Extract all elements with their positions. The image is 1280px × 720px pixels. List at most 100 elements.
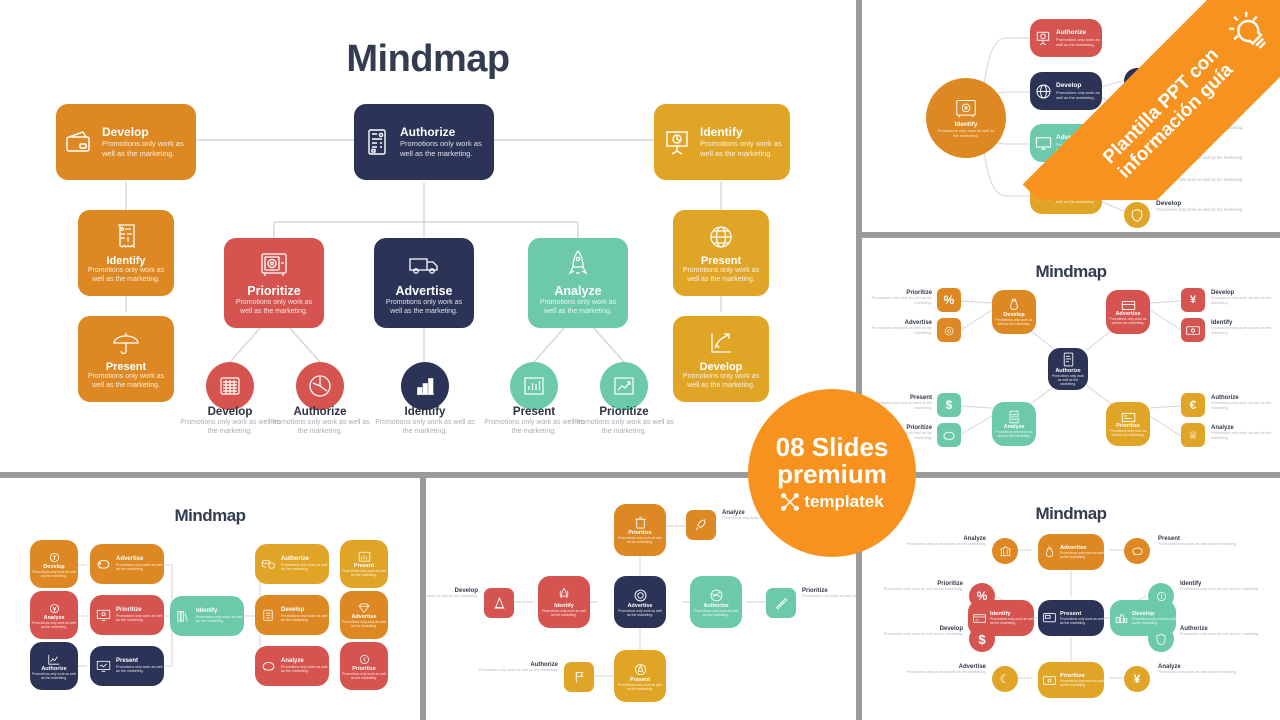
satellite-authorize[interactable] [1148, 626, 1174, 652]
calculator-icon [220, 377, 240, 395]
node-card-advertise-center[interactable]: Advertise Promotions only work as well a… [614, 576, 666, 628]
quadrant-card-develop[interactable]: Develop Promotions only work as well as … [992, 290, 1036, 334]
node-desc: Promotions only work as well as the mark… [116, 562, 163, 572]
inner-card-analyze[interactable]: Analyze Promotions only work as well as … [255, 646, 329, 686]
leaf-desc: Promotions only work as well as the mark… [574, 419, 674, 436]
leaf-caption-authorize: Authorize Promotions only work as well a… [268, 406, 372, 436]
node-card-advertise[interactable]: Advertise Promotions only work as well a… [374, 238, 474, 328]
leaf-icon-banknote[interactable] [1181, 318, 1205, 342]
caption-desc: Promotions only work as well as the mark… [906, 542, 986, 546]
satellite-develop[interactable]: $ [969, 626, 995, 652]
node-desc: Promotions only work as well as the mark… [694, 608, 738, 617]
satellite-prioritize[interactable] [766, 588, 796, 618]
satellite-analyze[interactable] [686, 510, 716, 540]
node-card-authorize-top[interactable]: Authorize Promotions only work as well a… [354, 104, 494, 180]
node-desc: Promotions only work as well as the mark… [342, 671, 386, 680]
rocket-icon [568, 249, 588, 281]
node-title: Prioritize [247, 284, 301, 299]
node-card-advertise-top[interactable]: Advertise Promotions only work as well a… [1038, 534, 1104, 570]
caption-desc: Promotions only work as well as the mark… [1158, 670, 1238, 674]
node-card-identify-left[interactable]: Identify Promotions only work as well as… [78, 210, 174, 296]
leaf-icon-euro[interactable]: € [1181, 393, 1205, 417]
outer-card-present[interactable]: Present Promotions only work as well as … [340, 540, 388, 588]
satellite-present[interactable] [1124, 538, 1150, 564]
slide-preview-bottom-left[interactable]: Mindmap Develop Promotions only work as … [0, 478, 420, 720]
node-title: Present [116, 658, 139, 665]
satellite-caption-prioritize: Prioritize Promotions only work as well … [802, 588, 856, 599]
bar-chart-icon [417, 378, 434, 395]
node-card-prioritize[interactable]: Prioritize Promotions only work as well … [224, 238, 324, 328]
node-card-prioritize-top[interactable]: Prioritize Promotions only work as well … [614, 504, 666, 556]
node-card-present-bottom[interactable]: Present Promotions only work as well as … [614, 650, 666, 702]
satellite-analyze[interactable] [992, 538, 1018, 564]
leaf-circle-present[interactable] [510, 362, 558, 410]
credit-card-icon [968, 613, 990, 623]
quadrant-card-advertise[interactable]: Advertise Promotions only work as well a… [1106, 290, 1150, 334]
inner-card-prioritize[interactable]: Prioritize Promotions only work as well … [90, 595, 164, 635]
leaf-circle-authorize[interactable] [296, 362, 344, 410]
node-card-present-center[interactable]: Present Promotions only work as well as … [1038, 600, 1104, 636]
lifebuoy-icon [634, 589, 646, 601]
inner-card-authorize[interactable]: Authorize Promotions only work as well a… [255, 544, 329, 584]
leaf-icon-percent[interactable]: % [937, 288, 961, 312]
inner-card-advertise[interactable]: Advertise Promotions only work as well a… [90, 544, 164, 584]
coin-circle-icon [1156, 591, 1166, 601]
node-title: Advertise [395, 284, 453, 299]
corner-ribbon: Plantilla PPT con información guía [1010, 0, 1280, 200]
node-card-prioritize-bottom[interactable]: Prioritize Promotions only work as well … [1038, 662, 1104, 698]
leaf-circle-develop[interactable] [1124, 202, 1150, 228]
node-card-analyze[interactable]: Analyze Promotions only work as well as … [528, 238, 628, 328]
quadrant-card-analyze[interactable]: Analyze Promotions only work as well as … [992, 402, 1036, 446]
satellite-analyze-2[interactable]: ¥ [1124, 666, 1150, 692]
leaf-icon-coin[interactable]: ◎ [937, 318, 961, 342]
satellite-caption-authorize: Authorize Promotions only work as well a… [474, 662, 558, 673]
node-card-develop-top[interactable]: Develop Promotions only work as well as … [56, 104, 196, 180]
satellite-prioritize[interactable]: % [969, 583, 995, 609]
leaf-circle-prioritize[interactable] [600, 362, 648, 410]
slide-preview-bottom-right[interactable]: Mindmap Advertise Promotions only work a… [862, 478, 1280, 720]
satellite-advertise[interactable]: ☾ [992, 666, 1018, 692]
banknote-icon [1186, 325, 1200, 335]
caption-desc: Promotions only work as well as the mark… [426, 594, 478, 598]
rocket-circle-icon [634, 663, 646, 675]
outer-card-authorize[interactable]: Authorize Promotions only work as well a… [30, 642, 78, 690]
side-caption-identify: Identify Promotions only work as well as… [1211, 320, 1280, 336]
node-card-identify-top[interactable]: Identify Promotions only work as well as… [654, 104, 790, 180]
leaf-icon-dollar[interactable]: $ [937, 393, 961, 417]
leaf-caption-prioritize: Prioritize Promotions only work as well … [572, 406, 676, 436]
trash-icon [634, 516, 646, 529]
invoice-icon [354, 128, 400, 156]
leaf-icon-piggy[interactable] [937, 423, 961, 447]
inner-card-develop[interactable]: Develop Promotions only work as well as … [255, 595, 329, 635]
node-card-present-left[interactable]: Present Promotions only work as well as … [78, 316, 174, 402]
hub-circle-identify[interactable]: Identify Promotions only work as well as… [926, 78, 1006, 158]
inner-card-present[interactable]: Present Promotions only work as well as … [90, 646, 164, 686]
satellite-identify[interactable] [1148, 583, 1174, 609]
outer-card-prioritize[interactable]: Prioritize Promotions only work as well … [340, 642, 388, 690]
leaf-circle-develop[interactable] [206, 362, 254, 410]
leaf-caption-identify: Identify Promotions only work as well as… [373, 406, 477, 436]
money-bag-icon [1038, 546, 1060, 559]
node-card-develop-right[interactable]: Develop Promotions only work as well as … [673, 316, 769, 402]
coins-stack-icon [1110, 613, 1132, 624]
hub-card-authorize[interactable]: Authorize Promotions only work as well a… [1048, 348, 1088, 390]
node-title: Present [700, 254, 742, 267]
node-desc: Promotions only work as well as the mark… [542, 609, 586, 617]
satellite-develop[interactable] [484, 588, 514, 618]
node-card-identify-left[interactable]: Identify Promotions only work as well as… [538, 576, 590, 628]
leaf-icon-crown[interactable]: ♕ [1181, 423, 1205, 447]
caption-desc: Promotions only work as well as the mark… [883, 632, 963, 636]
leaf-circle-identify[interactable] [401, 362, 449, 410]
center-card-identify[interactable]: Identify Promotions only work as well as… [170, 596, 244, 636]
outer-card-develop[interactable]: Develop Promotions only work as well as … [30, 540, 78, 588]
slide-preview-mid-right[interactable]: Mindmap Authorize Promotions only work a… [862, 238, 1280, 472]
outer-card-advertise[interactable]: Advertise Promotions only work as well a… [340, 591, 388, 639]
leaf-icon-yen[interactable]: ¥ [1181, 288, 1205, 312]
satellite-authorize[interactable] [564, 662, 594, 692]
outer-card-analyze[interactable]: Analyze Promotions only work as well as … [30, 591, 78, 639]
slide-preview-main[interactable]: Mindmap Develop Promotions only work as … [0, 0, 856, 472]
safe-icon [259, 249, 289, 281]
node-card-authorize-right[interactable]: Authorize Promotions only work as well a… [690, 576, 742, 628]
node-card-present-right[interactable]: Present Promotions only work as well as … [673, 210, 769, 296]
quadrant-card-prioritize[interactable]: Prioritize Promotions only work as well … [1106, 402, 1150, 446]
